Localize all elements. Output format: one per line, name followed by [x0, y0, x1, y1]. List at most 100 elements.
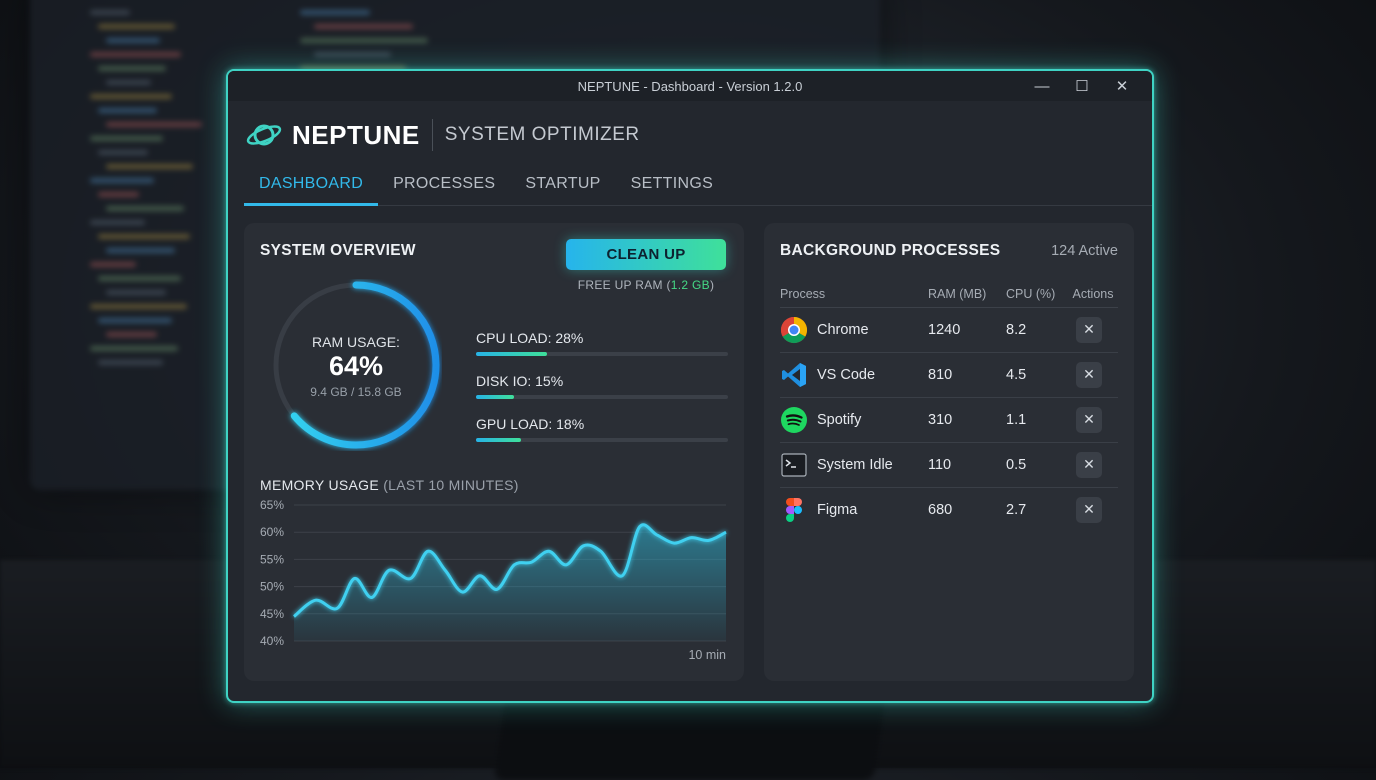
process-ram: 810	[928, 352, 1006, 398]
background-code-line	[314, 52, 391, 57]
process-cpu: 0.5	[1006, 442, 1068, 488]
background-code-line	[106, 290, 166, 295]
column-header-cpu[interactable]: CPU (%)	[1006, 281, 1068, 308]
background-code-line	[90, 136, 163, 141]
maximize-button[interactable]: ☐	[1062, 71, 1102, 101]
window-title: NEPTUNE - Dashboard - Version 1.2.0	[577, 78, 803, 94]
background-code-line	[98, 108, 157, 113]
background-code-line	[98, 276, 181, 281]
background-code-line	[90, 10, 130, 15]
column-header-actions: Actions	[1068, 281, 1118, 308]
background-code-line	[98, 150, 148, 155]
process-cpu: 1.1	[1006, 397, 1068, 443]
background-code-line	[90, 346, 178, 351]
process-cpu: 8.2	[1006, 307, 1068, 353]
tab-processes[interactable]: PROCESSES	[378, 169, 510, 203]
table-header-row: Process RAM (MB) CPU (%) Actions	[780, 281, 1118, 308]
tab-dashboard[interactable]: DASHBOARD	[244, 169, 379, 206]
process-ram: 310	[928, 397, 1006, 443]
end-process-button[interactable]: ✕	[1076, 362, 1102, 388]
terminal-icon	[780, 451, 808, 479]
process-name: Figma	[817, 502, 858, 518]
background-code-line	[106, 80, 151, 85]
y-tick-label: 65%	[260, 498, 284, 512]
free-up-amount: 1.2 GB	[670, 278, 710, 292]
background-code-line	[106, 164, 193, 169]
y-tick-label: 50%	[260, 580, 284, 594]
cpu-load-label: CPU LOAD: 28%	[476, 330, 584, 346]
column-header-ram[interactable]: RAM (MB)	[928, 281, 1006, 308]
end-process-button[interactable]: ✕	[1076, 452, 1102, 478]
process-name: Chrome	[817, 322, 869, 338]
process-name: System Idle	[817, 457, 893, 473]
gpu-load-bar	[476, 438, 522, 442]
title-bar[interactable]: NEPTUNE - Dashboard - Version 1.2.0 — ☐ …	[228, 71, 1152, 101]
process-ram: 110	[928, 442, 1006, 488]
app-window: NEPTUNE - Dashboard - Version 1.2.0 — ☐ …	[226, 69, 1154, 703]
background-code-line	[106, 248, 175, 253]
ram-usage-detail: 9.4 GB / 15.8 GB	[310, 385, 402, 399]
background-code-line	[300, 10, 370, 15]
spotify-icon	[780, 406, 808, 434]
gpu-load-track	[476, 438, 728, 442]
end-process-button[interactable]: ✕	[1076, 407, 1102, 433]
system-overview-panel: SYSTEM OVERVIEW CLEAN UP FREE UP RAM (1.…	[244, 223, 744, 681]
column-header-process[interactable]: Process	[780, 281, 928, 308]
background-code-line	[98, 234, 190, 239]
tab-settings[interactable]: SETTINGS	[616, 169, 728, 203]
disk-io-bar	[476, 395, 514, 399]
background-keyboard	[493, 690, 887, 780]
background-code-line	[90, 220, 145, 225]
process-table: Process RAM (MB) CPU (%) Actions Chrome …	[780, 281, 1118, 532]
process-name: Spotify	[817, 412, 862, 428]
background-code-line	[90, 304, 187, 309]
tab-bar: DASHBOARD PROCESSES STARTUP SETTINGS	[244, 169, 1152, 206]
background-code-line	[98, 192, 139, 197]
background-code-line	[314, 24, 413, 29]
background-code-line	[300, 38, 428, 43]
background-code-line	[106, 122, 202, 127]
free-up-text: FREE UP RAM (1.2 GB)	[577, 278, 715, 292]
memory-usage-title: MEMORY USAGE (LAST 10 MINUTES)	[260, 477, 519, 493]
table-row[interactable]: System Idle 110 0.5 ✕	[780, 442, 1118, 488]
processes-title: BACKGROUND PROCESSES	[780, 242, 1001, 259]
background-code-line	[90, 52, 181, 57]
y-tick-label: 45%	[260, 607, 284, 621]
app-subtitle: SYSTEM OPTIMIZER	[444, 124, 640, 145]
process-cpu: 2.7	[1006, 502, 1027, 518]
overview-title: SYSTEM OVERVIEW	[260, 242, 416, 259]
process-ram: 1240	[928, 307, 1006, 353]
cpu-load-track	[476, 352, 728, 356]
background-code-line	[106, 38, 160, 43]
gpu-load-metric: GPU LOAD: 18%	[476, 416, 728, 442]
process-ram: 680	[928, 502, 953, 518]
process-name: VS Code	[817, 367, 876, 383]
process-cpu: 4.5	[1006, 352, 1068, 398]
disk-io-metric: DISK IO: 15%	[476, 373, 728, 399]
background-code-line	[98, 360, 163, 365]
y-tick-label: 55%	[260, 552, 284, 566]
table-row[interactable]: Chrome 1240 8.2 ✕	[780, 307, 1118, 353]
table-row[interactable]: Spotify 310 1.1 ✕	[780, 397, 1118, 443]
background-code-line	[106, 206, 184, 211]
background-code-line	[90, 178, 154, 183]
background-code-line	[98, 318, 172, 323]
figma-icon	[780, 496, 808, 524]
tab-startup[interactable]: STARTUP	[510, 169, 615, 203]
clean-up-button[interactable]: CLEAN UP	[566, 239, 726, 270]
x-axis-label: 10 min	[688, 648, 726, 662]
table-row[interactable]: Figma 680 2.7 ✕	[780, 488, 1118, 533]
disk-io-label: DISK IO: 15%	[476, 373, 564, 389]
end-process-button[interactable]: ✕	[1076, 497, 1102, 523]
app-name: NEPTUNE	[292, 119, 420, 150]
chrome-icon	[780, 316, 808, 344]
table-row[interactable]: VS Code 810 4.5 ✕	[780, 352, 1118, 398]
vscode-icon	[780, 361, 808, 389]
ram-usage-percent: 64%	[328, 351, 384, 381]
end-process-button[interactable]: ✕	[1076, 317, 1102, 343]
close-button[interactable]: ✕	[1102, 71, 1142, 101]
background-code-line	[90, 262, 136, 267]
minimize-button[interactable]: —	[1022, 71, 1062, 101]
brand-divider	[431, 119, 433, 151]
window-controls: — ☐ ✕	[1022, 71, 1142, 101]
